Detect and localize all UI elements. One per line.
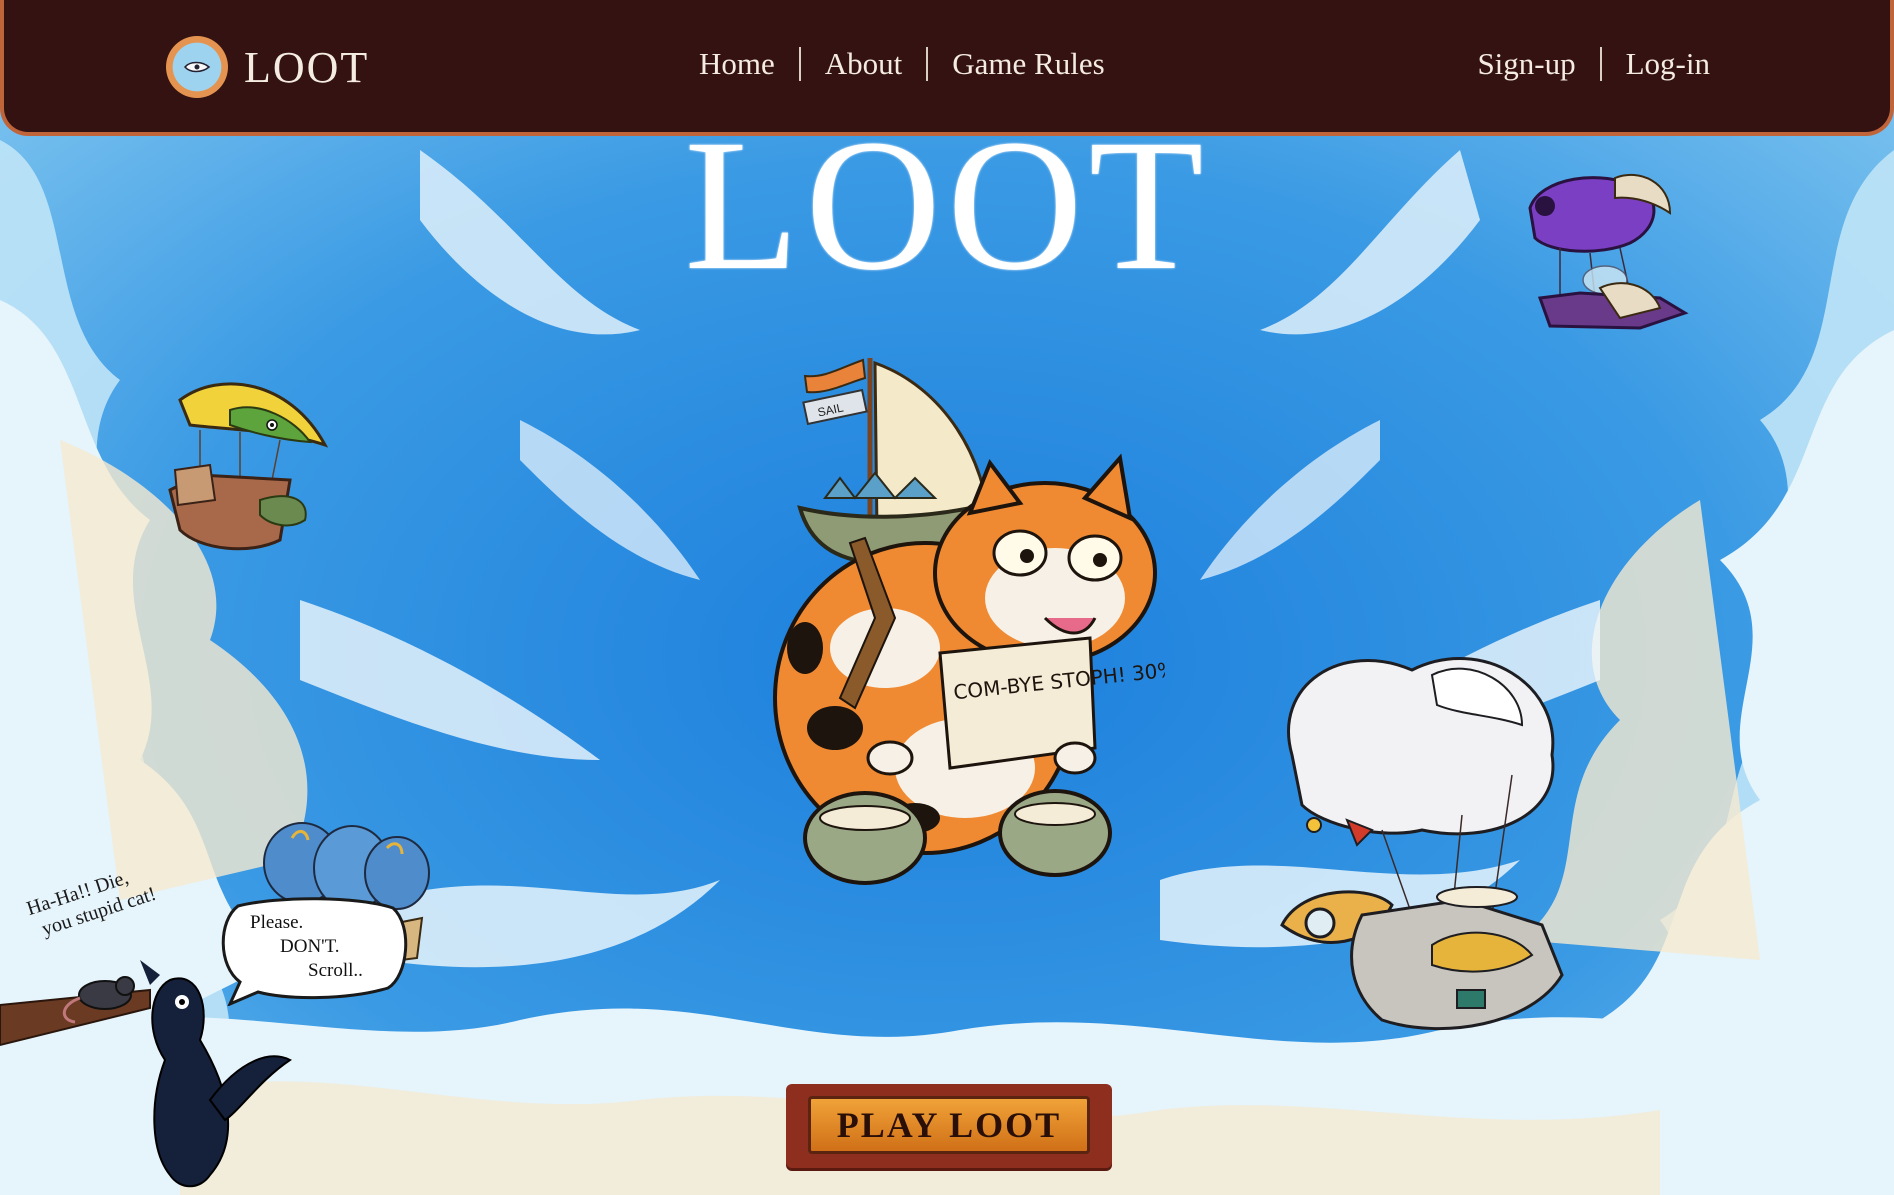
auth-nav: Sign-up Log-in — [1477, 38, 1710, 90]
nav-about-link[interactable]: About — [825, 46, 903, 82]
nav-game-rules-link[interactable]: Game Rules — [952, 46, 1104, 82]
chicken-airship-illustration — [1280, 657, 1564, 1031]
nav-divider — [1599, 47, 1602, 81]
bubble-line-please: Please. — [250, 912, 304, 933]
cat-sign: COM-BYE STOPH! 30% OPA — [938, 636, 1165, 770]
loot-logo-icon — [166, 36, 228, 98]
play-loot-button-face: PLAY LOOT — [808, 1096, 1090, 1154]
login-link[interactable]: Log-in — [1626, 46, 1710, 82]
top-navbar: LOOT Home About Game Rules Sign-up Log-i… — [0, 0, 1894, 136]
page: LOOT Home About Game Rules Sign-up Log-i… — [0, 0, 1894, 1195]
brand[interactable]: LOOT — [166, 34, 369, 100]
nav-divider — [798, 47, 801, 81]
brand-name: LOOT — [244, 42, 370, 92]
cat-airship-illustration: SAIL COM-BYE STOPH! 30% OPA — [773, 358, 1165, 885]
nav-home-link[interactable]: Home — [699, 46, 775, 82]
cat-and-rat-illustration — [0, 960, 292, 1188]
main-nav: Home About Game Rules — [699, 38, 1105, 90]
nav-divider — [926, 47, 929, 81]
play-loot-button-label: PLAY LOOT — [836, 1105, 1062, 1145]
play-loot-button[interactable]: PLAY LOOT — [786, 1084, 1112, 1168]
bubble-line-scroll: Scroll.. — [308, 960, 363, 981]
signup-link[interactable]: Sign-up — [1477, 46, 1575, 82]
banana-airship-illustration — [168, 382, 329, 551]
boat-flag: SAIL — [802, 388, 868, 426]
